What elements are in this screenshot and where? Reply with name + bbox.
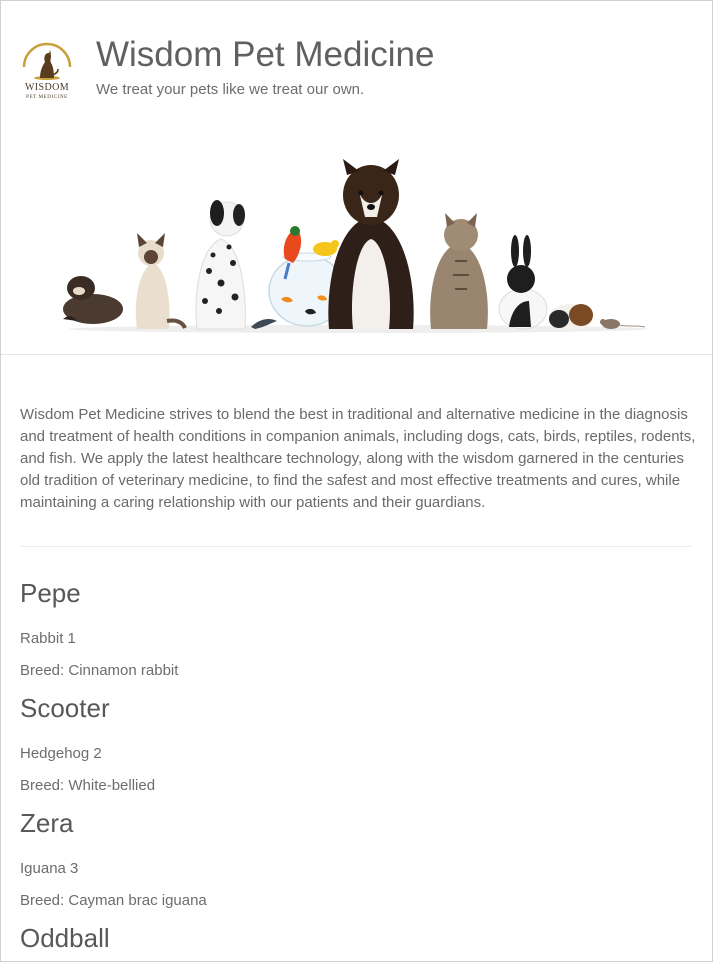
siamese-cat-icon <box>135 233 187 329</box>
tabby-cat-icon <box>430 213 488 329</box>
pet-breed: Breed: White-bellied <box>20 777 156 794</box>
pet-species: Rabbit 1 <box>20 630 76 647</box>
pet-species: Iguana 3 <box>20 860 79 877</box>
wisdom-logo-icon: WISDOM PET MEDICINE <box>22 42 72 100</box>
pet-name: Scooter <box>20 693 110 723</box>
guinea-pig-icon <box>549 304 593 330</box>
pet-species: Hedgehog 2 <box>20 745 102 762</box>
logo-subtext: PET MEDICINE <box>26 95 68 100</box>
site-header: WISDOM PET MEDICINE Wisdom Pet Medicine … <box>1 1 712 355</box>
pet-name: Zera <box>20 808 74 838</box>
intro-paragraph: Wisdom Pet Medicine strives to blend the… <box>20 406 696 511</box>
sheltie-dog-icon <box>328 159 414 329</box>
logo-wordmark: WISDOM <box>25 82 69 93</box>
rabbit-icon <box>498 235 548 330</box>
ferret-icon <box>63 276 123 324</box>
pet-name: Pepe <box>20 578 81 608</box>
pet-name: Oddball <box>20 923 110 953</box>
section-divider <box>20 546 692 547</box>
page: WISDOM PET MEDICINE Wisdom Pet Medicine … <box>0 0 713 962</box>
site-tagline: We treat your pets like we treat our own… <box>96 81 365 98</box>
hero-pets-banner <box>63 159 649 333</box>
canary-icon <box>313 240 339 256</box>
pet-breed: Breed: Cayman brac iguana <box>20 892 207 909</box>
pet-breed: Breed: Cinnamon rabbit <box>20 662 179 679</box>
dalmatian-icon <box>195 200 246 330</box>
site-title: Wisdom Pet Medicine <box>96 35 435 74</box>
